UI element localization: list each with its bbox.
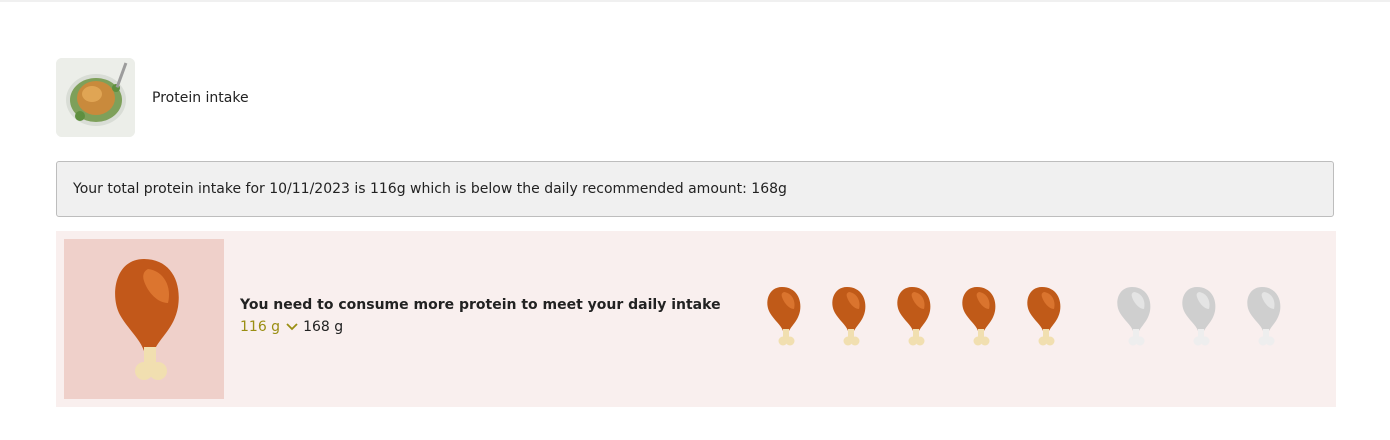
top-divider xyxy=(0,0,1390,2)
drumstick-filled-icon xyxy=(894,285,934,349)
protein-summary-banner: Your total protein intake for 10/11/2023… xyxy=(56,161,1334,217)
drumstick-filled-icon xyxy=(764,285,804,349)
panel-icon-container xyxy=(64,239,224,399)
drumstick-filled-icon xyxy=(829,285,869,349)
intake-message-title: You need to consume more protein to meet… xyxy=(240,297,721,313)
drumstick-icon xyxy=(115,259,179,380)
drumstick-empty-icon xyxy=(1114,285,1154,349)
drumstick-filled-icon xyxy=(1024,285,1064,349)
drumstick-empty-icon xyxy=(1244,285,1284,349)
intake-message: You need to consume more protein to meet… xyxy=(240,297,721,335)
intake-values: 116 g 168 g xyxy=(240,319,721,335)
drumstick-empty-icon xyxy=(1179,285,1219,349)
section-header: Protein intake xyxy=(56,58,249,137)
protein-status-panel: You need to consume more protein to meet… xyxy=(56,231,1336,407)
current-intake-value: 116 g xyxy=(240,319,281,335)
target-intake-value: 168 g xyxy=(303,319,344,335)
protein-summary-text: Your total protein intake for 10/11/2023… xyxy=(73,181,787,197)
drumstick-filled-icon xyxy=(959,285,999,349)
drumstick-rating xyxy=(764,285,1304,349)
section-title: Protein intake xyxy=(152,89,249,106)
roast-chicken-thumbnail xyxy=(56,58,135,137)
chevron-down-icon xyxy=(286,319,298,335)
